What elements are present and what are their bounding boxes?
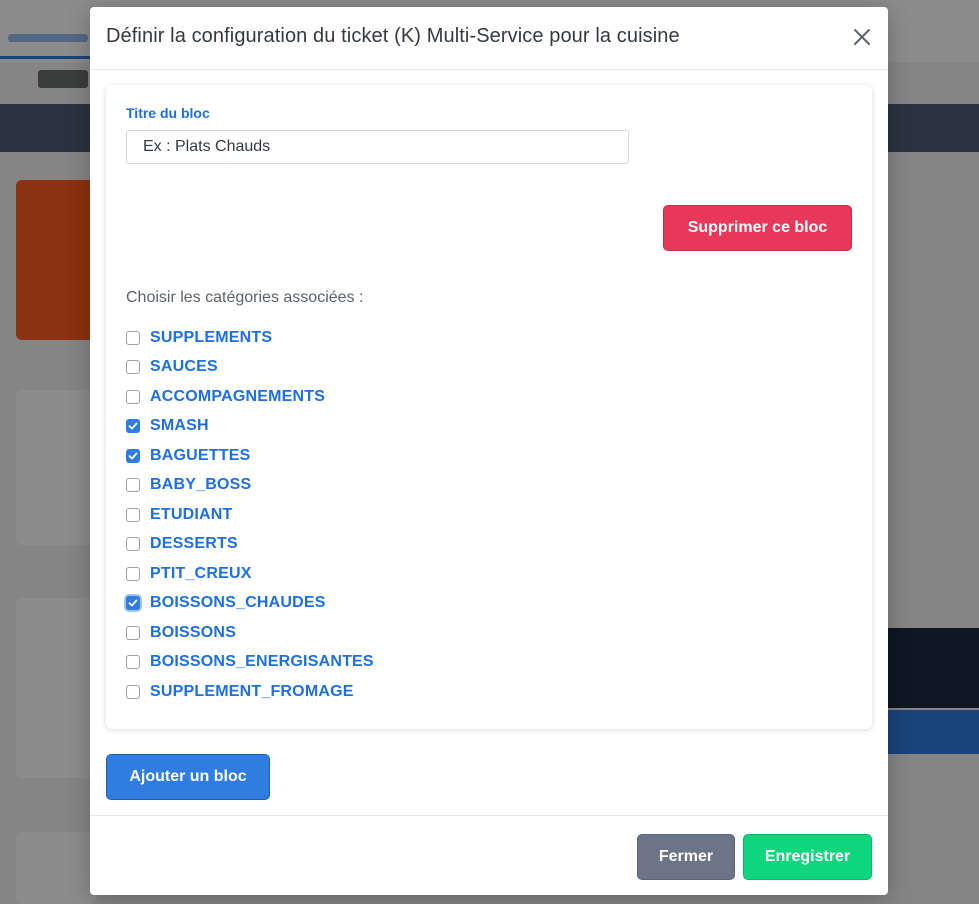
check-icon (128, 599, 138, 607)
modal-body: Titre du bloc Supprimer ce bloc Choisir … (90, 69, 888, 815)
add-block-button[interactable]: Ajouter un bloc (106, 754, 270, 800)
close-button[interactable] (848, 23, 876, 51)
category-name: BAGUETTES (150, 446, 251, 464)
modal-title: Définir la configuration du ticket (K) M… (106, 25, 680, 47)
category-name: ETUDIANT (150, 505, 233, 523)
category-name: SUPPLEMENTS (150, 328, 273, 346)
checkbox-unchecked[interactable] (126, 655, 140, 670)
block-title-label: Titre du bloc (126, 105, 210, 121)
checkbox-unchecked[interactable] (126, 389, 140, 404)
category-name: BABY_BOSS (150, 476, 252, 494)
checkbox-unchecked[interactable] (126, 684, 140, 699)
checkbox-unchecked[interactable] (126, 625, 140, 640)
modal-header: Définir la configuration du ticket (K) M… (90, 7, 888, 70)
block-title-input[interactable] (126, 130, 629, 164)
categories-list: SUPPLEMENTS SAUCES ACCOMPAGNEMENTS SMASH BAG… (126, 323, 374, 707)
checkbox-unchecked[interactable] (126, 478, 140, 493)
category-item[interactable]: BABY_BOSS (126, 471, 374, 501)
save-button[interactable]: Enregistrer (743, 834, 872, 880)
modal-footer: Fermer Enregistrer (90, 815, 888, 896)
category-name: BOISSONS_ENERGISANTES (150, 653, 374, 671)
categories-label: Choisir les catégories associées : (126, 289, 364, 306)
checkbox-unchecked[interactable] (126, 360, 140, 375)
close-icon (854, 29, 870, 45)
config-modal: Définir la configuration du ticket (K) M… (90, 7, 888, 895)
category-name: SMASH (150, 417, 209, 435)
block-card: Titre du bloc Supprimer ce bloc Choisir … (106, 85, 872, 729)
checkbox-checked[interactable] (126, 596, 140, 611)
category-name: DESSERTS (150, 535, 238, 553)
category-item[interactable]: ACCOMPAGNEMENTS (126, 382, 374, 412)
category-name: PTIT_CREUX (150, 564, 252, 582)
category-name: BOISSONS (150, 623, 237, 641)
category-name: SAUCES (150, 358, 218, 376)
category-item[interactable]: BOISSONS_CHAUDES (126, 589, 374, 619)
category-item[interactable]: SUPPLEMENTS (126, 323, 374, 353)
category-item[interactable]: PTIT_CREUX (126, 559, 374, 589)
checkbox-checked[interactable] (126, 448, 140, 463)
category-name: BOISSONS_CHAUDES (150, 594, 326, 612)
close-footer-button[interactable]: Fermer (637, 834, 735, 880)
checkbox-checked[interactable] (126, 419, 140, 434)
category-item[interactable]: BAGUETTES (126, 441, 374, 471)
check-icon (128, 452, 138, 460)
checkbox-unchecked[interactable] (126, 507, 140, 522)
category-name: SUPPLEMENT_FROMAGE (150, 682, 354, 700)
category-item[interactable]: SMASH (126, 412, 374, 442)
delete-block-button[interactable]: Supprimer ce bloc (663, 205, 852, 251)
category-name: ACCOMPAGNEMENTS (150, 387, 326, 405)
checkbox-unchecked[interactable] (126, 537, 140, 552)
category-item[interactable]: BOISSONS_ENERGISANTES (126, 648, 374, 678)
category-item[interactable]: ETUDIANT (126, 500, 374, 530)
checkbox-unchecked[interactable] (126, 566, 140, 581)
category-item[interactable]: BOISSONS (126, 618, 374, 648)
category-item[interactable]: DESSERTS (126, 530, 374, 560)
checkbox-unchecked[interactable] (126, 330, 140, 345)
category-item[interactable]: SAUCES (126, 353, 374, 383)
category-item[interactable]: SUPPLEMENT_FROMAGE (126, 677, 374, 707)
check-icon (128, 422, 138, 430)
